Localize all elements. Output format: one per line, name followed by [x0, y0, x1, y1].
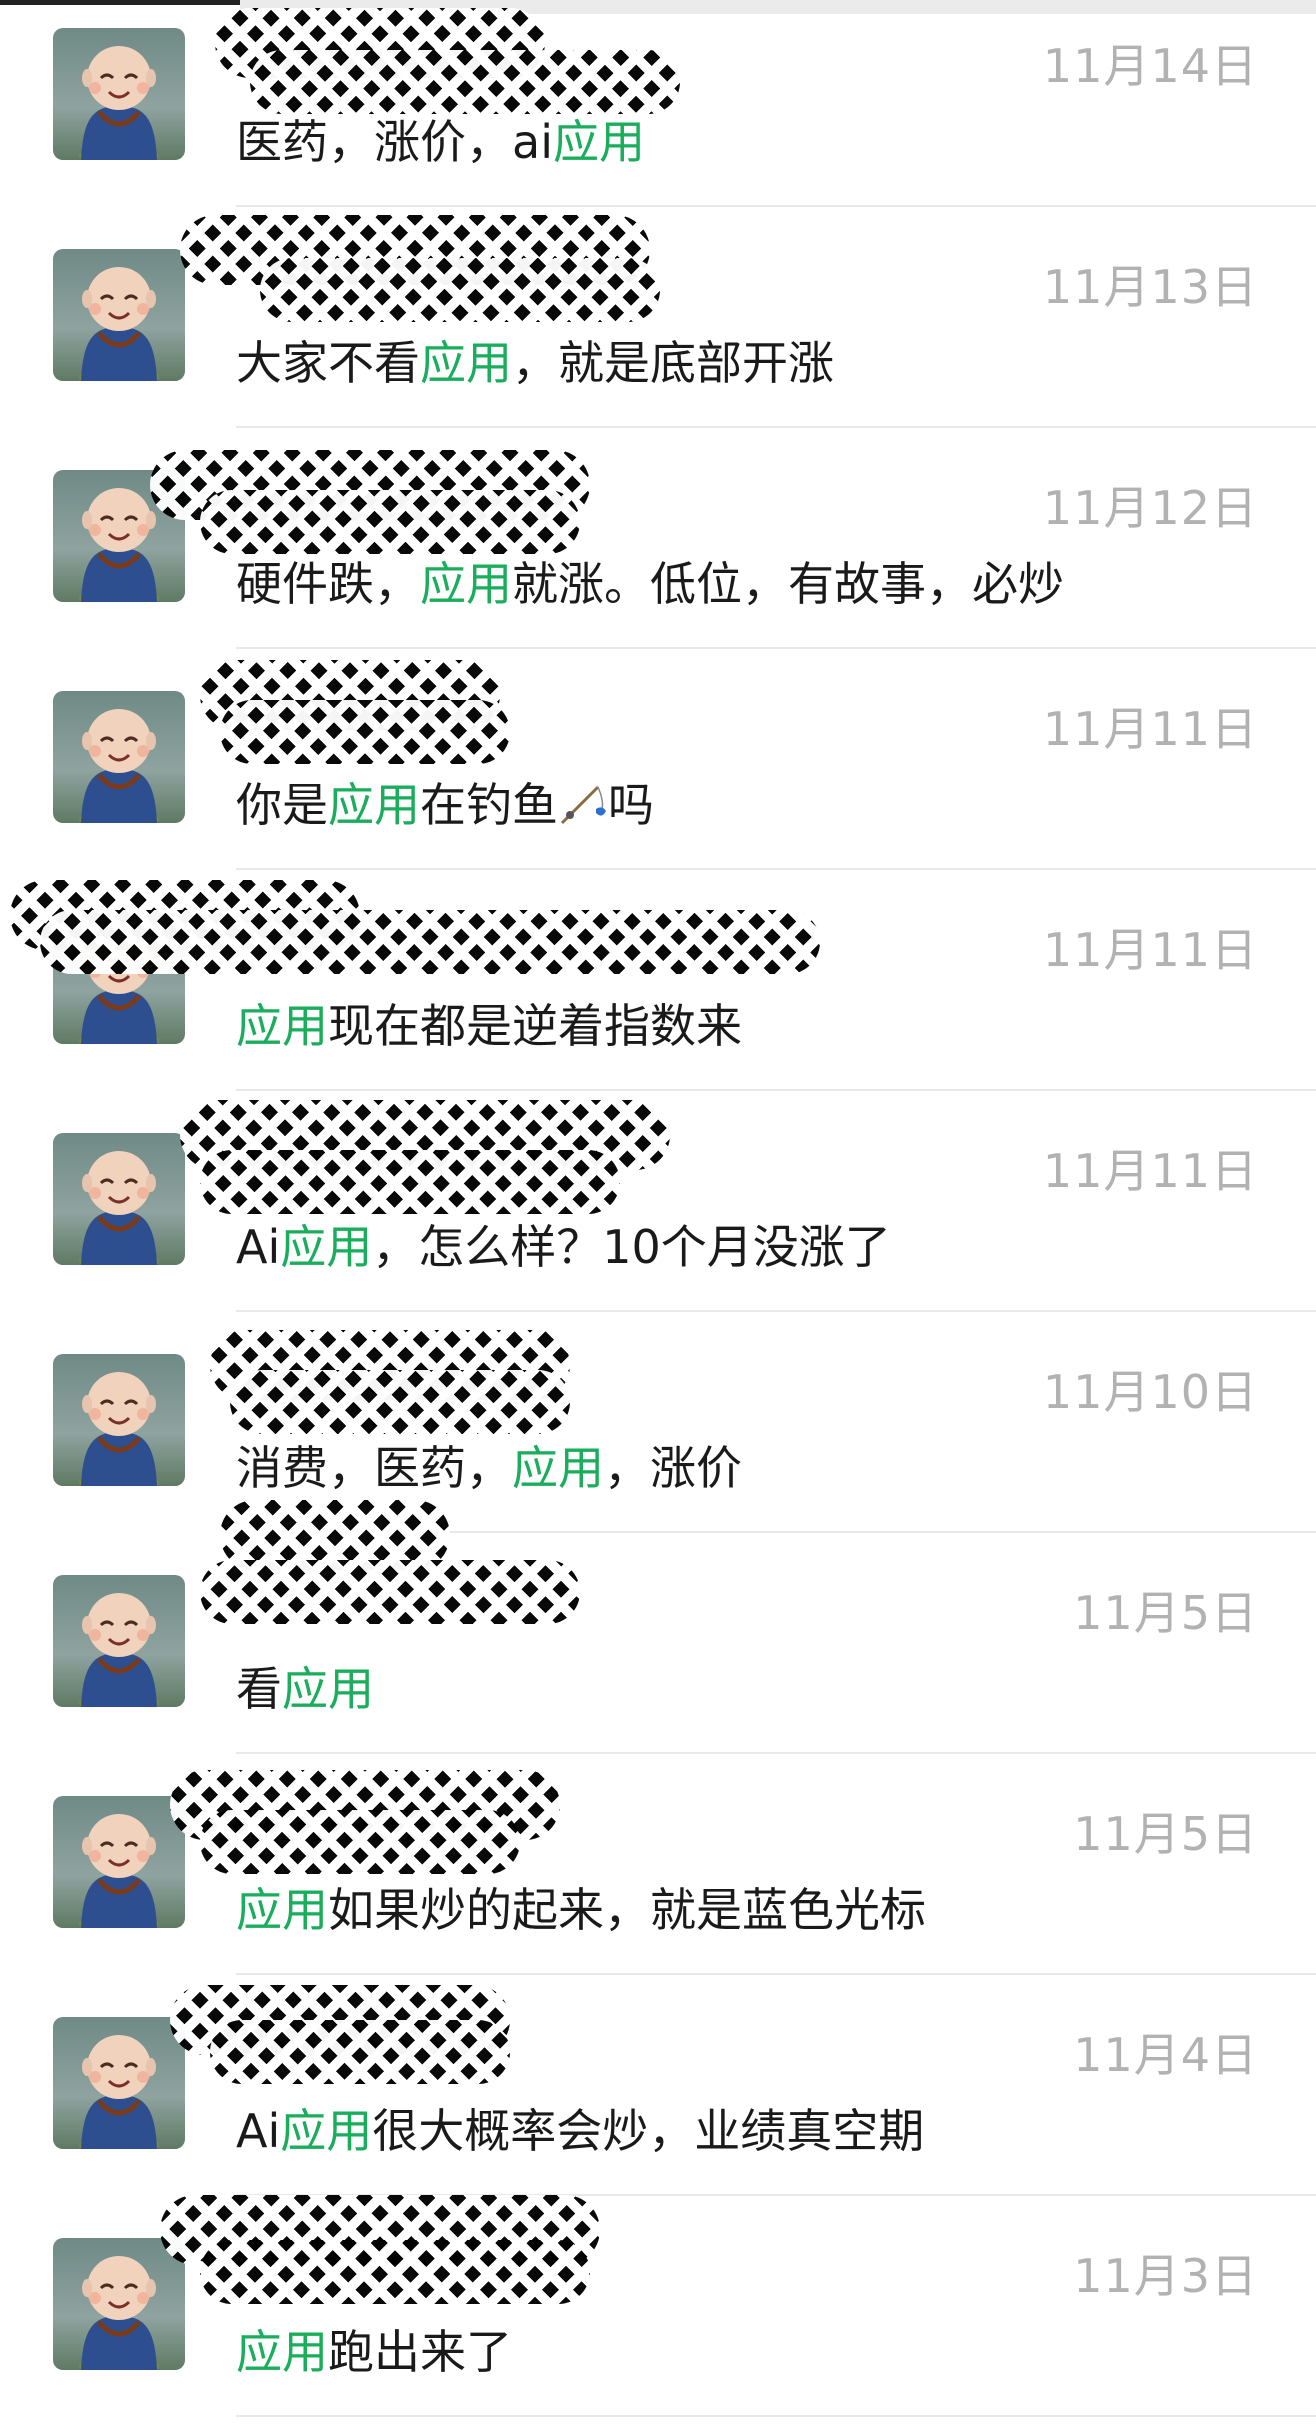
redacted-sender-name	[200, 2240, 590, 2304]
highlighted-keyword: 应用	[280, 1220, 373, 1274]
message-snippet: 你是应用在钓鱼吗	[236, 769, 654, 835]
avatar[interactable]	[53, 2238, 185, 2370]
message-snippet: 消费，医药，应用，涨价	[236, 1432, 742, 1498]
row-divider	[236, 1089, 1316, 1091]
snippet-text: 看	[236, 1662, 282, 1716]
avatar[interactable]	[53, 249, 185, 381]
list-item[interactable]: 11月10日消费，医药，应用，涨价	[0, 1326, 1316, 1547]
row-divider	[236, 1973, 1316, 1975]
message-date: 11月11日	[1042, 1144, 1258, 1198]
snippet-text: ，怎么样？10个月没涨了	[372, 1220, 891, 1274]
avatar[interactable]	[53, 28, 185, 160]
highlighted-keyword: 应用	[512, 1441, 604, 1495]
highlighted-keyword: 应用	[420, 336, 512, 390]
highlighted-keyword: 应用	[236, 999, 328, 1053]
message-date: 11月5日	[1073, 1807, 1258, 1861]
message-date: 11月4日	[1073, 2028, 1258, 2082]
row-divider	[236, 426, 1316, 428]
message-date: 11月11日	[1042, 923, 1258, 977]
avatar[interactable]	[53, 1796, 185, 1928]
avatar[interactable]	[53, 2017, 185, 2149]
fishing-rod-icon	[558, 781, 608, 827]
message-snippet: 应用跑出来了	[236, 2316, 512, 2382]
message-date: 11月11日	[1042, 702, 1258, 756]
avatar[interactable]	[53, 1354, 185, 1486]
row-divider	[236, 1310, 1316, 1312]
snippet-text: Ai	[236, 1220, 281, 1274]
highlighted-keyword: 应用	[236, 2325, 328, 2379]
message-snippet: Ai应用很大概率会炒，业绩真空期	[236, 2095, 924, 2161]
highlighted-keyword: 应用	[552, 115, 645, 169]
redacted-sender-name	[260, 258, 660, 322]
snippet-text: 硬件跌，	[236, 557, 420, 611]
message-snippet: 看应用	[236, 1653, 374, 1719]
row-divider	[236, 647, 1316, 649]
avatar[interactable]	[53, 691, 185, 823]
redacted-sender-name	[200, 490, 580, 554]
row-divider	[236, 1752, 1316, 1754]
row-divider	[236, 205, 1316, 207]
snippet-text: 如果炒的起来，就是蓝色光标	[328, 1883, 926, 1937]
highlighted-keyword: 应用	[328, 778, 420, 832]
message-date: 11月13日	[1042, 260, 1258, 314]
snippet-text: 医药，涨价，ai	[236, 115, 553, 169]
snippet-text: 在钓鱼	[420, 778, 558, 832]
highlighted-keyword: 应用	[280, 2104, 373, 2158]
redacted-sender-name	[200, 1150, 620, 1214]
snippet-text: 大家不看	[236, 336, 420, 390]
row-divider	[236, 868, 1316, 870]
highlighted-keyword: 应用	[420, 557, 512, 611]
redacted-sender-name	[200, 1810, 520, 1874]
message-date: 11月12日	[1042, 481, 1258, 535]
list-item[interactable]: 11月11日你是应用在钓鱼吗	[0, 663, 1316, 884]
redacted-sender-name	[40, 910, 820, 974]
redacted-sender-name	[210, 2020, 510, 2084]
snippet-text: 就涨。低位，有故事，必炒	[512, 557, 1064, 611]
snippet-text: 跑出来了	[328, 2325, 512, 2379]
snippet-text: Ai	[236, 2104, 281, 2158]
snippet-text: 很大概率会炒，业绩真空期	[372, 2104, 925, 2158]
message-date: 11月5日	[1073, 1586, 1258, 1640]
message-snippet: 硬件跌，应用就涨。低位，有故事，必炒	[236, 548, 1064, 614]
message-date: 11月3日	[1073, 2249, 1258, 2303]
highlighted-keyword: 应用	[282, 1662, 374, 1716]
redacted-sender-name	[250, 50, 680, 114]
redacted-sender-name	[200, 1560, 580, 1624]
row-divider	[236, 2415, 1316, 2417]
redacted-sender-name	[220, 700, 510, 764]
list-item[interactable]: 11月5日看应用	[0, 1547, 1316, 1768]
snippet-text: 消费，医药，	[236, 1441, 512, 1495]
snippet-text: 你是	[236, 778, 328, 832]
message-date: 11月10日	[1042, 1365, 1258, 1419]
avatar[interactable]	[53, 1133, 185, 1265]
message-snippet: 大家不看应用，就是底部开涨	[236, 327, 834, 393]
redacted-sender-name	[230, 1370, 570, 1434]
snippet-text: ，涨价	[604, 1441, 742, 1495]
avatar[interactable]	[53, 1575, 185, 1707]
snippet-text: 现在都是逆着指数来	[328, 999, 742, 1053]
snippet-text: ，就是底部开涨	[512, 336, 834, 390]
message-date: 11月14日	[1042, 39, 1258, 93]
message-snippet: 医药，涨价，ai应用	[236, 106, 645, 172]
message-snippet: 应用现在都是逆着指数来	[236, 990, 742, 1056]
message-snippet: Ai应用，怎么样？10个月没涨了	[236, 1211, 891, 1277]
highlighted-keyword: 应用	[236, 1883, 328, 1937]
message-snippet: 应用如果炒的起来，就是蓝色光标	[236, 1874, 926, 1940]
snippet-text: 吗	[608, 778, 654, 832]
